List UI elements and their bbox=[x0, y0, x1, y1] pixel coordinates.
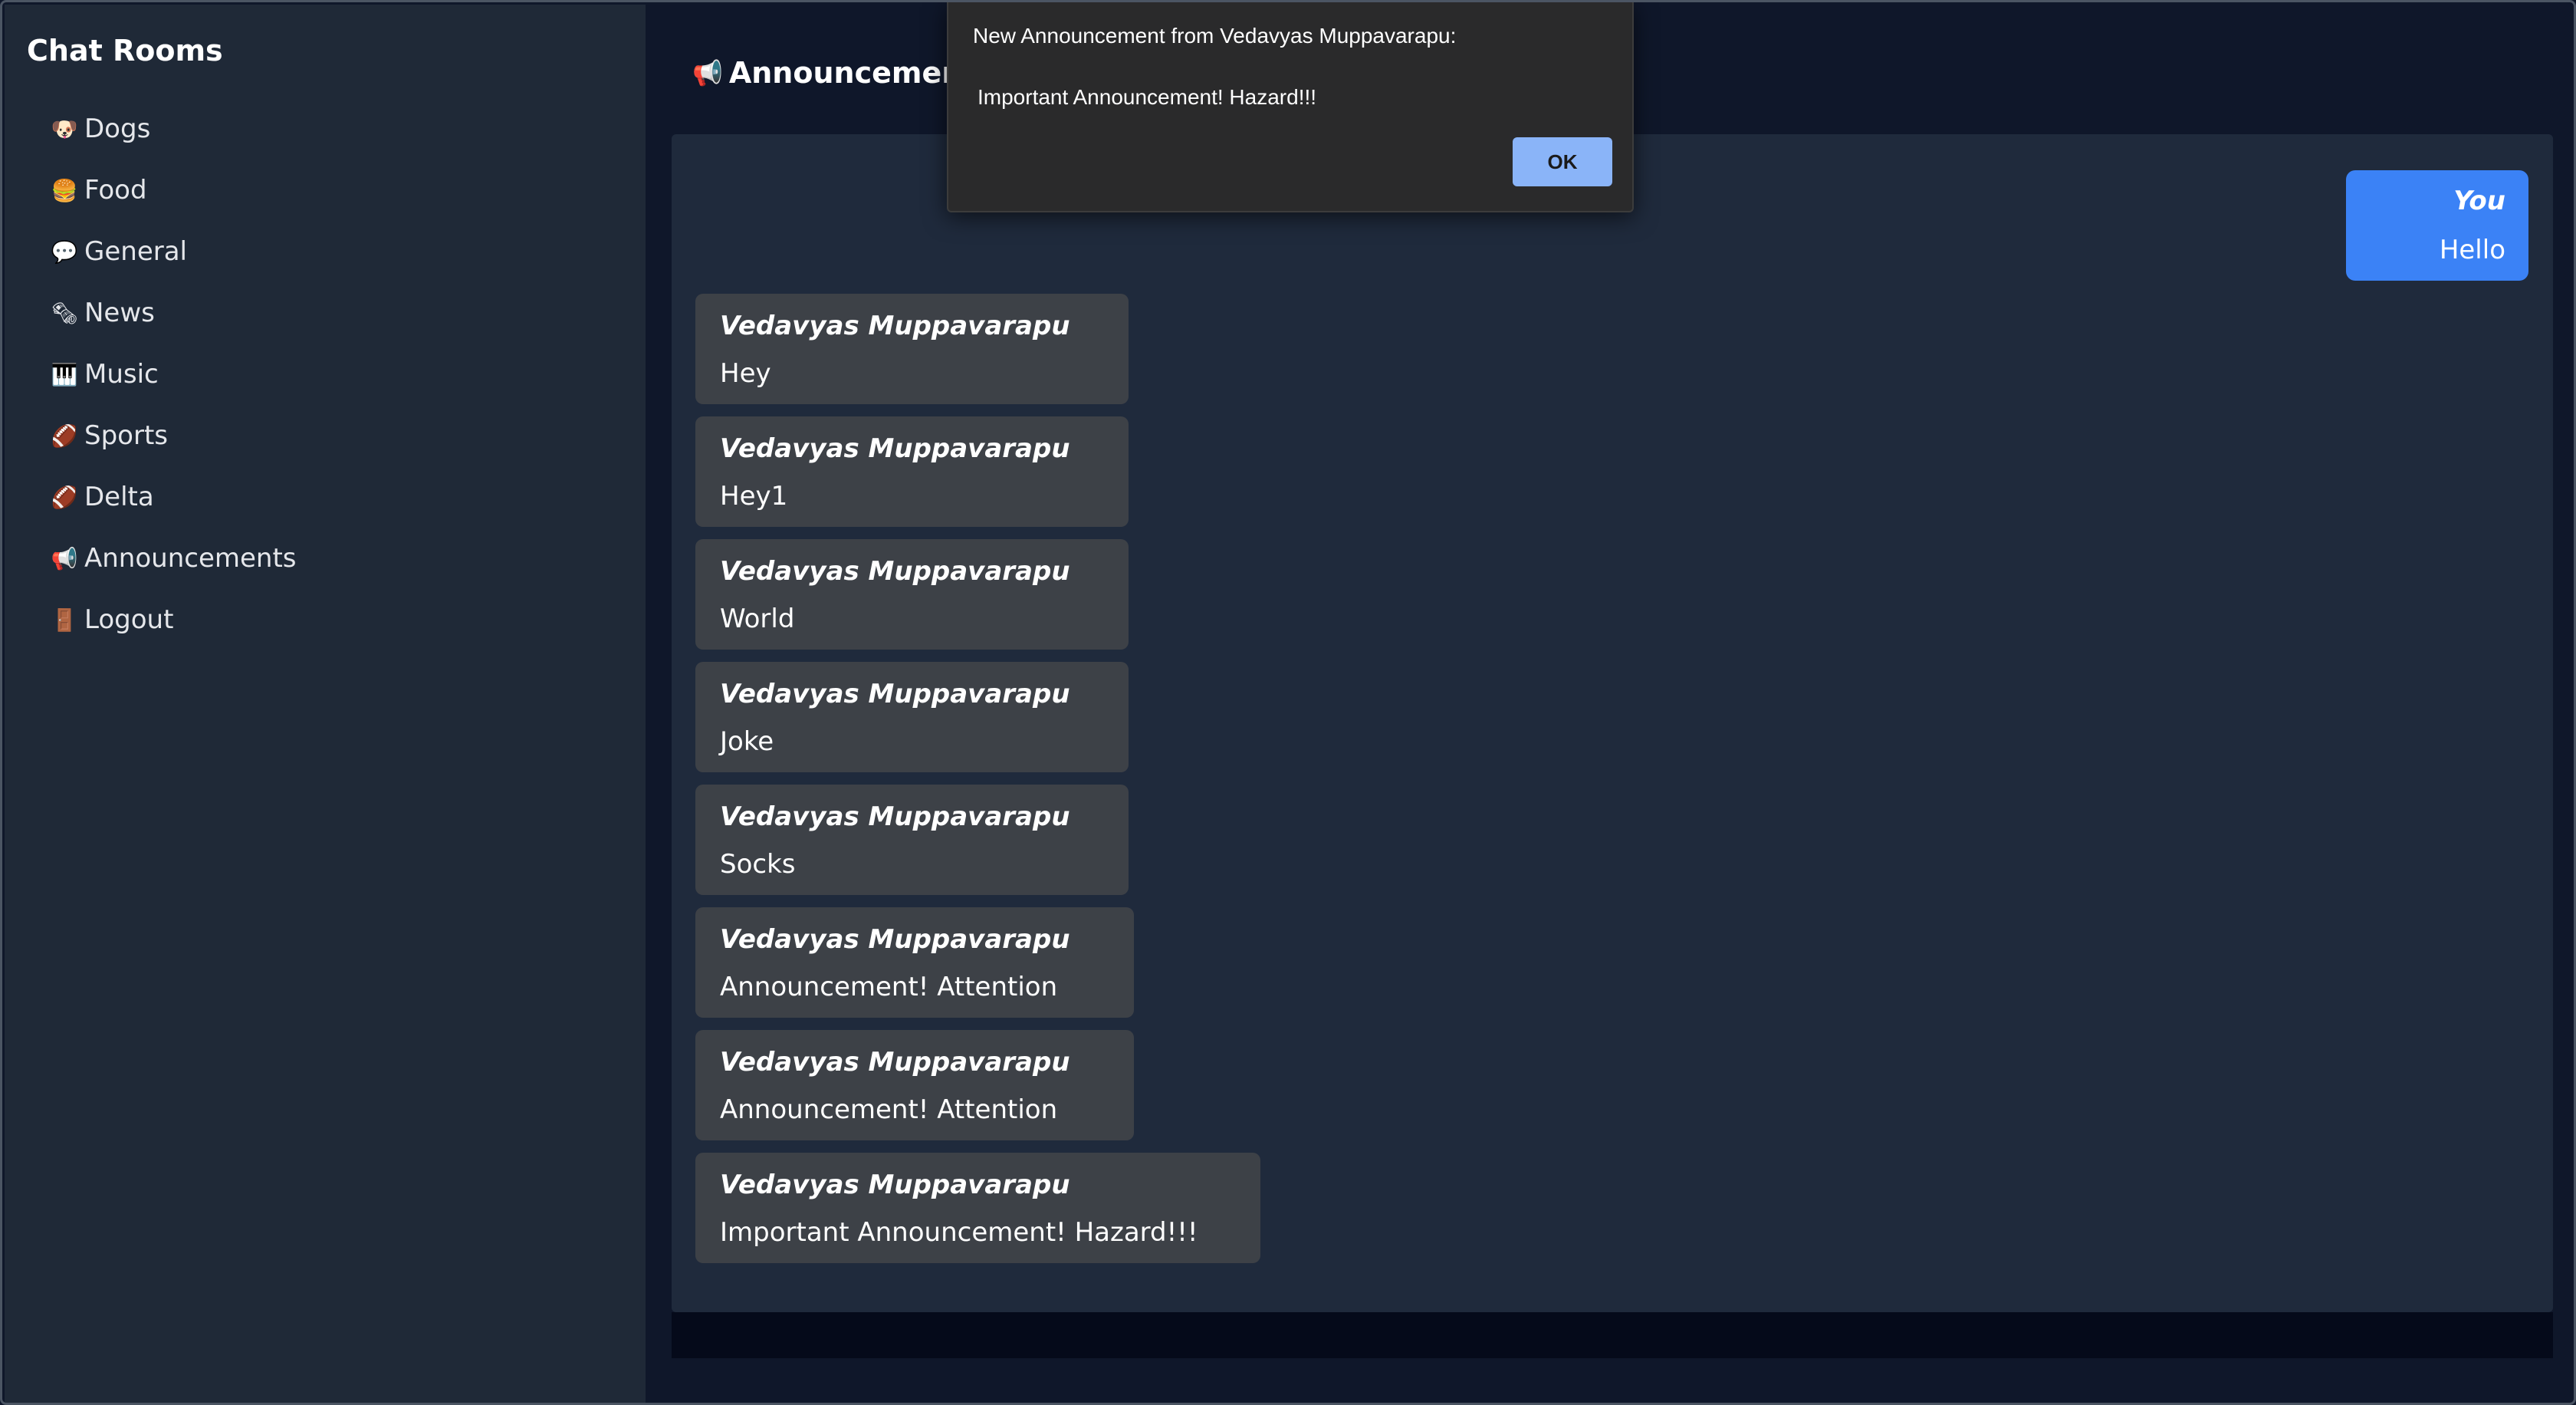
speech-bubble-icon: 💬 bbox=[51, 239, 78, 265]
message-item: Vedavyas Muppavarapu Announcement! Atten… bbox=[695, 1030, 1134, 1140]
message-item: Vedavyas Muppavarapu Important Announcem… bbox=[695, 1153, 1260, 1263]
megaphone-icon: 📢 bbox=[692, 58, 723, 87]
alert-dialog: New Announcement from Vedavyas Muppavara… bbox=[947, 2, 1634, 212]
message-sender: Vedavyas Muppavarapu bbox=[720, 1047, 1070, 1078]
message-text: World bbox=[720, 604, 795, 634]
message-sender: Vedavyas Muppavarapu bbox=[720, 311, 1070, 341]
message-item: Vedavyas Muppavarapu Hey1 bbox=[695, 416, 1129, 527]
sidebar-item-dogs[interactable]: 🐶 Dogs bbox=[49, 106, 586, 152]
message-sender: Vedavyas Muppavarapu bbox=[720, 1170, 1070, 1200]
burger-icon: 🍔 bbox=[51, 177, 78, 203]
sidebar-item-music[interactable]: 🎹 Music bbox=[49, 351, 586, 397]
dialog-title: New Announcement from Vedavyas Muppavara… bbox=[973, 24, 1457, 48]
message-sender: Vedavyas Muppavarapu bbox=[720, 556, 1070, 587]
sidebar-item-label: Dogs bbox=[84, 114, 151, 144]
message-text: Hey1 bbox=[720, 481, 788, 512]
dialog-message: Important Announcement! Hazard!!! bbox=[978, 85, 1317, 109]
sidebar-item-label: Music bbox=[84, 359, 159, 390]
message-sender: You bbox=[2453, 186, 2505, 216]
message-sender: Vedavyas Muppavarapu bbox=[720, 433, 1070, 464]
sidebar-item-label: News bbox=[84, 298, 155, 328]
message-text: Announcement! Attention bbox=[720, 972, 1058, 1002]
sidebar-item-label: Delta bbox=[84, 482, 154, 512]
sidebar-item-sports[interactable]: 🏈 Sports bbox=[49, 413, 586, 459]
piano-icon: 🎹 bbox=[51, 361, 78, 387]
message-sender: Vedavyas Muppavarapu bbox=[720, 801, 1070, 832]
message-item: Vedavyas Muppavarapu World bbox=[695, 539, 1129, 650]
sidebar-item-label: Logout bbox=[84, 604, 174, 635]
sidebar-item-announcements[interactable]: 📢 Announcements bbox=[49, 535, 586, 581]
message-text: Hey bbox=[720, 358, 771, 389]
message-text: Important Announcement! Hazard!!! bbox=[720, 1217, 1198, 1248]
sidebar-item-label: Food bbox=[84, 175, 147, 206]
dog-icon: 🐶 bbox=[51, 116, 78, 142]
sidebar-item-logout[interactable]: 🚪 Logout bbox=[49, 597, 586, 643]
message-item: Vedavyas Muppavarapu Announcement! Atten… bbox=[695, 907, 1134, 1018]
sidebar-item-general[interactable]: 💬 General bbox=[49, 229, 586, 275]
message-input-bar[interactable] bbox=[672, 1312, 2553, 1358]
sidebar-item-label: Announcements bbox=[84, 543, 297, 574]
sidebar-item-label: General bbox=[84, 236, 187, 267]
message-text: Hello bbox=[2439, 235, 2505, 265]
ok-button[interactable]: OK bbox=[1513, 137, 1612, 186]
sidebar-item-food[interactable]: 🍔 Food bbox=[49, 167, 586, 213]
message-sender: Vedavyas Muppavarapu bbox=[720, 679, 1070, 709]
sidebar-item-delta[interactable]: 🏈 Delta bbox=[49, 474, 586, 520]
sidebar-item-label: Sports bbox=[84, 420, 168, 451]
sidebar-item-news[interactable]: 🗞 News bbox=[49, 290, 586, 336]
football-icon: 🏈 bbox=[51, 423, 78, 449]
message-item: Vedavyas Muppavarapu Hey bbox=[695, 294, 1129, 404]
message-text: Socks bbox=[720, 849, 796, 880]
sidebar-title: Chat Rooms bbox=[27, 34, 223, 67]
message-text: Joke bbox=[720, 726, 774, 757]
door-icon: 🚪 bbox=[51, 607, 78, 633]
message-item: Vedavyas Muppavarapu Socks bbox=[695, 785, 1129, 895]
own-message: You Hello bbox=[2346, 170, 2528, 281]
newspaper-icon: 🗞 bbox=[51, 300, 78, 326]
message-sender: Vedavyas Muppavarapu bbox=[720, 924, 1070, 955]
message-item: Vedavyas Muppavarapu Joke bbox=[695, 662, 1129, 772]
football-icon: 🏈 bbox=[51, 484, 78, 510]
megaphone-icon: 📢 bbox=[51, 545, 78, 571]
message-text: Announcement! Attention bbox=[720, 1094, 1058, 1125]
app-window: Chat Rooms 🐶 Dogs 🍔 Food 💬 General 🗞 New… bbox=[0, 0, 2576, 1405]
sidebar: Chat Rooms 🐶 Dogs 🍔 Food 💬 General 🗞 New… bbox=[5, 5, 646, 1403]
